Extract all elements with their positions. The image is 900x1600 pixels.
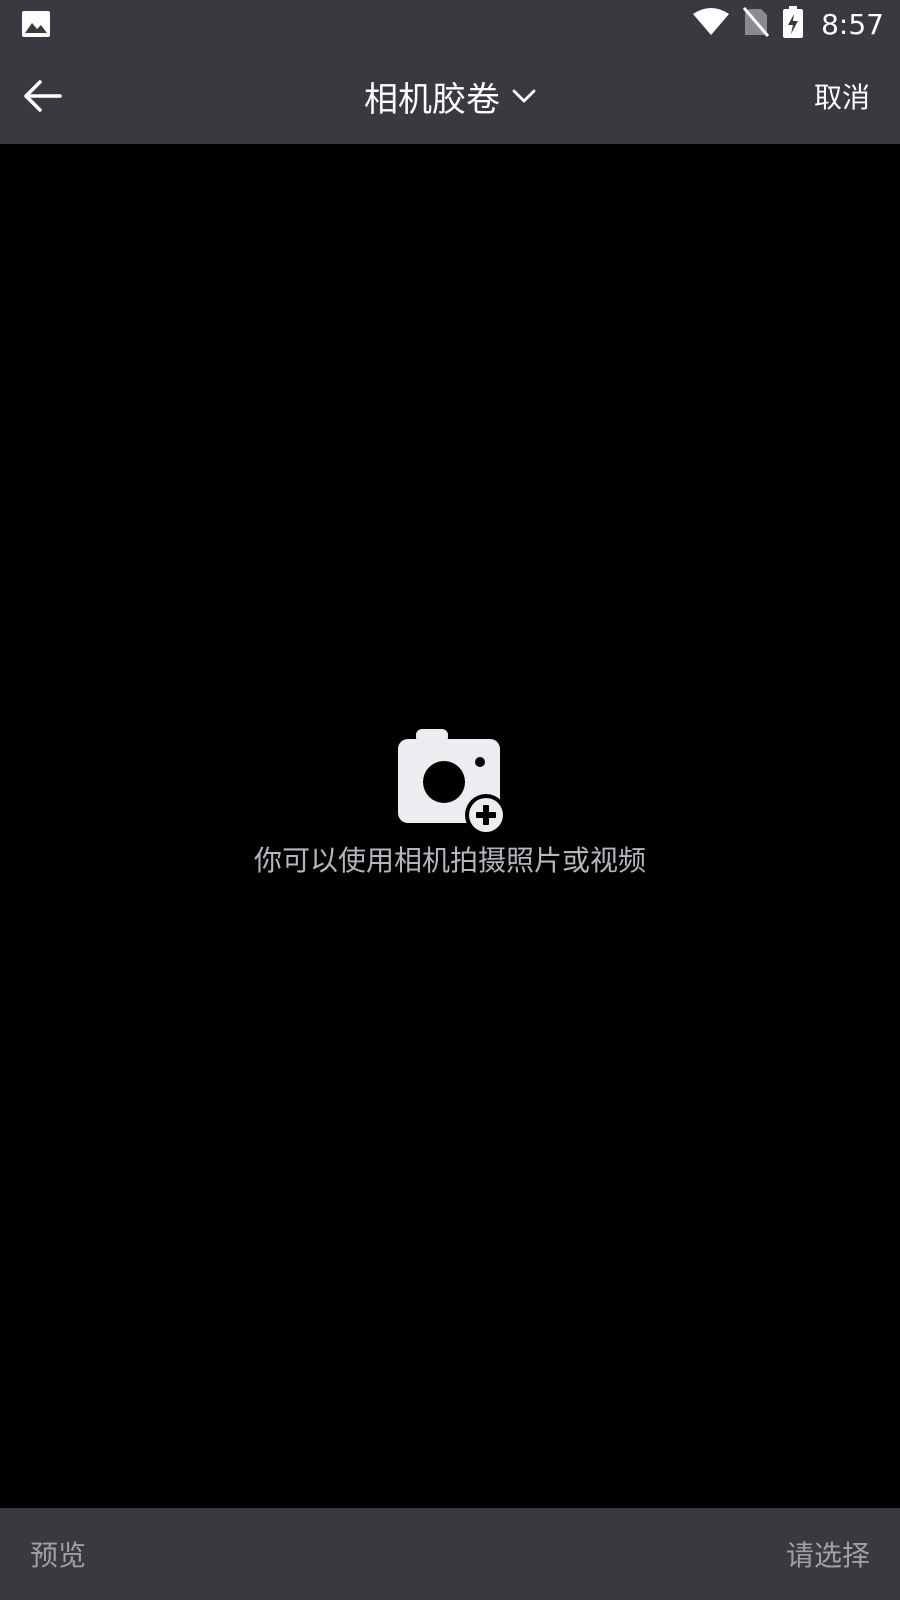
app-bar: 相机胶卷 取消 — [0, 48, 900, 144]
preview-button[interactable]: 预览 — [30, 1508, 86, 1600]
cancel-button[interactable]: 取消 — [814, 48, 870, 144]
bottom-bar: 预览 请选择 — [0, 1508, 900, 1600]
status-icons: 8:57 — [693, 0, 884, 48]
status-bar: 8:57 — [0, 0, 900, 48]
image-notification-icon — [22, 11, 50, 37]
status-time: 8:57 — [821, 7, 884, 41]
camera-add-icon[interactable] — [394, 729, 507, 837]
empty-state-message: 你可以使用相机拍摄照片或视频 — [253, 844, 646, 877]
back-arrow-icon — [24, 80, 62, 112]
no-sim-icon — [742, 7, 770, 41]
back-button[interactable] — [18, 72, 66, 120]
photo-grid-area: 你可以使用相机拍摄照片或视频 — [0, 144, 900, 1508]
empty-state: 你可以使用相机拍摄照片或视频 — [0, 729, 900, 879]
page-title: 相机胶卷 — [364, 79, 500, 120]
select-button[interactable]: 请选择 — [786, 1508, 870, 1600]
chevron-down-icon — [512, 89, 536, 103]
battery-charging-icon — [783, 6, 804, 42]
album-selector[interactable]: 相机胶卷 — [364, 72, 536, 121]
wifi-icon — [693, 8, 730, 40]
